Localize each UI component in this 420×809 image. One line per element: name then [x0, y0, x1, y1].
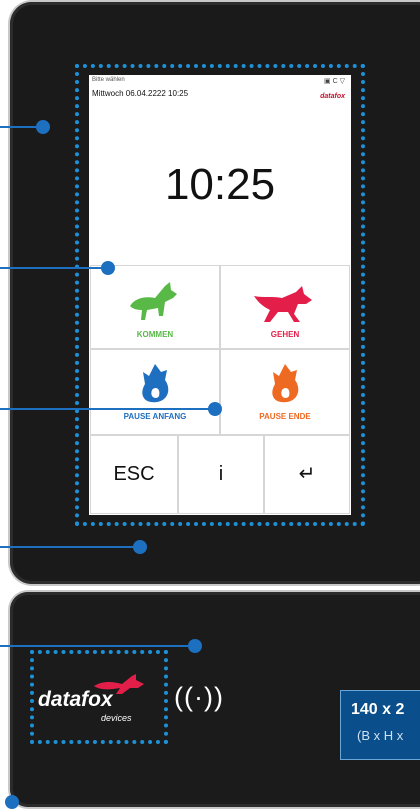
callout-dot-screen: [36, 120, 50, 134]
nfc-reader-icon: ((·)): [174, 682, 224, 712]
callout-dot-buttons: [101, 261, 115, 275]
info-key[interactable]: i: [178, 435, 264, 514]
brand-logo: datafox: [320, 93, 345, 100]
callout-line-pause: [0, 408, 216, 410]
kommen-button[interactable]: KOMMEN: [90, 265, 220, 349]
dimensions-note: (B x H x: [357, 728, 404, 743]
fox-gehen-icon: [254, 286, 312, 322]
status-bar: Bitte wählen Mittwoch 06.04.2222 10:25 ▣…: [89, 75, 351, 105]
datafox-logo-subtext: devices: [101, 713, 132, 723]
callout-line-housing: [0, 546, 140, 548]
touch-screen: Bitte wählen Mittwoch 06.04.2222 10:25 ▣…: [89, 75, 351, 515]
callout-line-buttons: [0, 267, 108, 269]
pause-anfang-label: PAUSE ANFANG: [123, 412, 187, 421]
pause-anfang-button[interactable]: PAUSE ANFANG: [90, 349, 220, 435]
fox-pause-anfang-icon: [142, 364, 169, 403]
callout-dot-bottom: [5, 795, 19, 809]
date-time-label: Mittwoch 06.04.2222 10:25: [92, 89, 189, 98]
pause-ende-button[interactable]: PAUSE ENDE: [220, 349, 350, 435]
fox-pause-ende-icon: [272, 364, 299, 403]
gehen-label: GEHEN: [270, 330, 300, 339]
dimensions-size: 140 x 2: [351, 701, 405, 718]
pause-ende-label: PAUSE ENDE: [259, 412, 311, 421]
dimensions-badge: 140 x 2 (B x H x: [340, 690, 420, 760]
callout-dot-housing: [133, 540, 147, 554]
esc-key[interactable]: ESC: [90, 435, 178, 514]
datafox-logo-text: datafox: [38, 688, 113, 711]
enter-key[interactable]: ↵: [264, 435, 350, 514]
clock-display: 10:25: [164, 160, 276, 209]
callout-line-reader: [0, 645, 196, 647]
kommen-label: KOMMEN: [136, 330, 174, 339]
callout-dot-pause: [208, 402, 222, 416]
status-icons: ▣ C ▽: [324, 78, 345, 85]
fox-kommen-icon: [130, 282, 177, 320]
callout-dot-reader: [188, 639, 202, 653]
hint-text: Bitte wählen: [92, 77, 125, 83]
gehen-button[interactable]: GEHEN: [220, 265, 350, 349]
